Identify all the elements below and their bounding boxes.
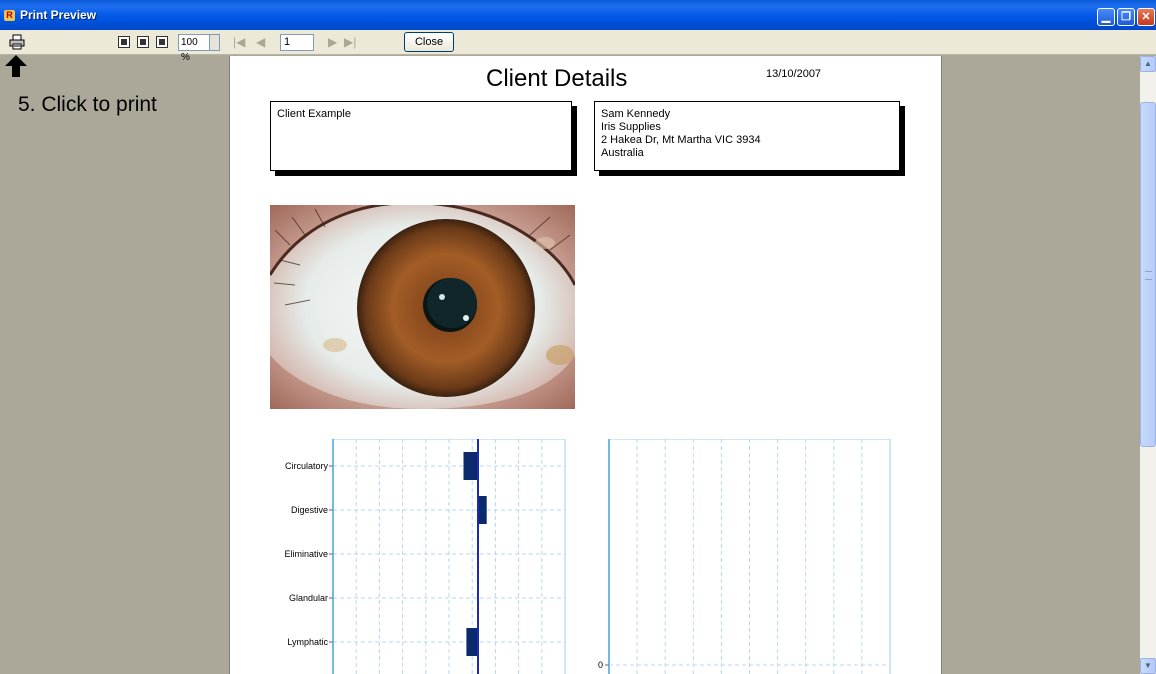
supplier-country: Australia	[601, 147, 644, 159]
toolbar: 100 % |◀ ◀ 1 ▶ ▶| Close	[0, 30, 1156, 63]
supplier-name: Sam Kennedy	[601, 108, 671, 120]
iris-photo	[270, 205, 575, 409]
bar-lymphatic	[466, 628, 478, 656]
bar-digestive	[478, 496, 487, 524]
category-label: Digestive	[291, 505, 328, 515]
previous-page-button[interactable]: ◀	[256, 34, 265, 50]
y-tick-label: 0	[598, 660, 603, 670]
bar-circulatory	[463, 452, 478, 480]
supplier-company: Iris Supplies	[601, 121, 661, 133]
next-page-button[interactable]: ▶	[328, 34, 337, 50]
client-box: Client Example	[270, 101, 572, 171]
report-title: Client Details	[486, 65, 628, 92]
category-label: Glandular	[289, 593, 328, 603]
supplier-box: Sam Kennedy Iris Supplies 2 Hakea Dr, Mt…	[594, 101, 900, 171]
maximize-button[interactable]: ❐	[1117, 8, 1135, 26]
close-window-button[interactable]: ✕	[1137, 8, 1155, 26]
multi-page-icon[interactable]	[156, 36, 168, 48]
first-page-button[interactable]: |◀	[233, 34, 245, 50]
title-bar: R Print Preview ▁ ❐ ✕	[0, 0, 1156, 30]
supplier-address: 2 Hakea Dr, Mt Martha VIC 3934	[601, 134, 761, 146]
minimize-button[interactable]: ▁	[1097, 8, 1115, 26]
print-button[interactable]	[9, 34, 25, 50]
report-date: 13/10/2007	[766, 68, 822, 80]
scroll-thumb[interactable]	[1140, 102, 1156, 447]
instruction-annotation: 5. Click to print	[18, 93, 157, 116]
client-name: Client Example	[277, 108, 351, 120]
page-number-input[interactable]: 1	[280, 34, 314, 51]
systems-bar-chart: Circulatory Digestive Eliminative Glandular…	[284, 439, 566, 674]
zoom-dropdown-arrow[interactable]	[210, 34, 220, 51]
category-label: Eliminative	[284, 549, 328, 559]
scroll-down-icon[interactable]: ▼	[1140, 658, 1156, 674]
two-page-icon[interactable]	[137, 36, 149, 48]
window-title: Print Preview	[20, 8, 97, 22]
scroll-up-icon[interactable]: ▲	[1140, 56, 1156, 72]
app-icon: R	[4, 10, 15, 21]
zoom-select[interactable]: 100 %	[178, 34, 210, 63]
report-page: Client Details 13/10/2007 Client Example…	[229, 56, 942, 674]
empty-bar-chart: 0	[598, 439, 891, 674]
printer-icon	[9, 34, 25, 50]
category-label: Circulatory	[285, 461, 329, 471]
close-preview-button[interactable]: Close	[404, 32, 454, 52]
vertical-scrollbar[interactable]: ▲ ▼	[1140, 56, 1156, 674]
one-page-icon[interactable]	[118, 36, 130, 48]
category-label: Lymphatic	[287, 637, 328, 647]
last-page-button[interactable]: ▶|	[344, 34, 356, 50]
up-arrow-icon	[5, 55, 27, 77]
